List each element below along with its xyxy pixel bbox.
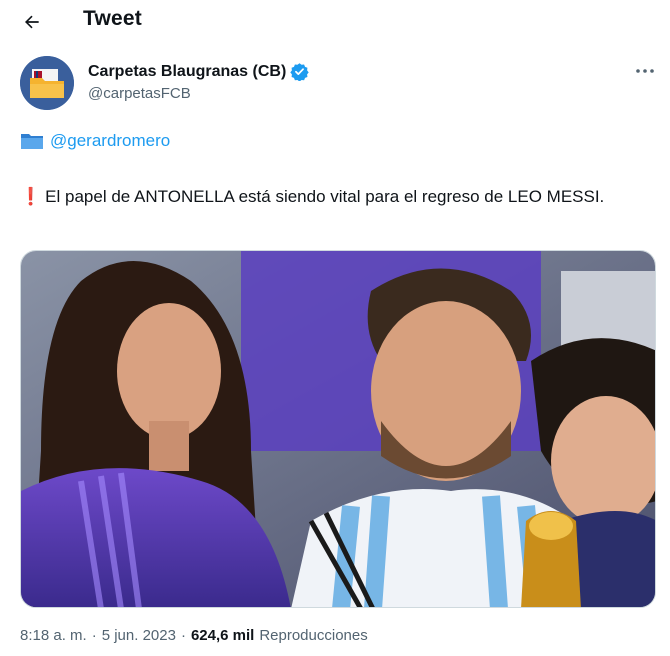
back-button[interactable] (14, 6, 50, 38)
mention-link[interactable]: @gerardromero (50, 131, 170, 151)
arrow-left-icon (25, 15, 39, 29)
folder-icon (21, 134, 43, 149)
folder-logo-image (20, 56, 74, 110)
tweet-date[interactable]: 5 jun. 2023 (102, 627, 176, 644)
separator: · (91, 627, 97, 644)
tweet-time[interactable]: 8:18 a. m. (20, 627, 87, 644)
page-title: Tweet (83, 7, 142, 30)
tweet-meta: 8:18 a. m. · 5 jun. 2023 · 624,6 mil Rep… (20, 627, 368, 644)
avatar[interactable] (20, 56, 74, 110)
tweet-text-content: El papel de ANTONELLA está siendo vital … (45, 187, 605, 206)
tweet-text: ❗ El papel de ANTONELLA está siendo vital… (20, 184, 650, 210)
mention-line: @gerardromero (20, 131, 170, 151)
photo-image (21, 251, 655, 607)
views-label: Reproducciones (259, 627, 368, 644)
exclamation-icon: ❗ (20, 187, 42, 206)
author-handle[interactable]: @carpetasFCB (88, 85, 191, 102)
more-horizontal-icon (636, 69, 654, 73)
author-name-text: Carpetas Blaugranas (CB) (88, 62, 287, 80)
tweet-photo[interactable] (20, 250, 656, 608)
more-options-button[interactable] (630, 58, 660, 84)
separator: · (180, 627, 186, 644)
author-name[interactable]: Carpetas Blaugranas (CB) (88, 62, 309, 81)
verified-badge-icon (290, 63, 309, 81)
tweet-header: Tweet (0, 0, 670, 44)
views-count: 624,6 mil (190, 627, 255, 644)
